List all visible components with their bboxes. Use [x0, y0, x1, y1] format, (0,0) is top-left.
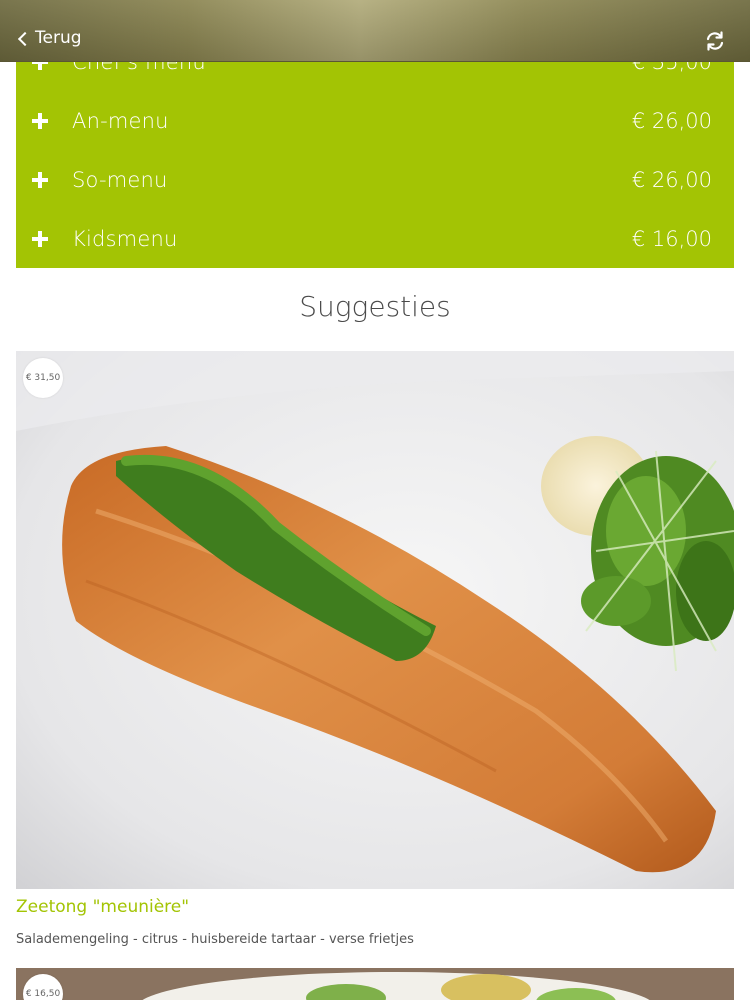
dish-photo-zeetong[interactable]: € 31,50 — [16, 351, 734, 889]
plus-icon — [32, 171, 48, 188]
menu-item-an-menu[interactable]: An-menu € 26,00 — [16, 91, 734, 150]
section-title-suggesties: Suggesties — [299, 290, 451, 323]
plus-icon — [32, 230, 48, 247]
back-button[interactable]: Terug — [17, 28, 82, 48]
dish-image — [16, 968, 734, 1000]
menu-item-price: € 26,00 — [631, 167, 712, 192]
back-label: Terug — [35, 28, 82, 48]
menu-item-name: Kidsmenu — [72, 226, 178, 251]
dish-image — [16, 351, 734, 889]
top-nav-bar — [0, 0, 750, 62]
chevron-left-icon — [17, 31, 33, 46]
menu-item-kidsmenu[interactable]: Kidsmenu € 16,00 — [16, 209, 734, 268]
dish-photo-2[interactable]: € 16,50 — [16, 968, 734, 1000]
menu-item-name: An-menu — [72, 108, 169, 133]
menu-item-price: € 26,00 — [631, 108, 712, 133]
dish-description: Salademengeling - citrus - huisbereide t… — [16, 932, 414, 947]
refresh-button[interactable] — [704, 30, 726, 52]
menu-item-so-menu[interactable]: So-menu € 26,00 — [16, 150, 734, 209]
refresh-icon — [706, 31, 724, 51]
plus-icon — [32, 112, 48, 129]
price-badge: € 31,50 — [23, 358, 63, 398]
menu-item-name: So-menu — [72, 167, 168, 192]
menu-item-price: € 16,00 — [631, 226, 712, 251]
dish-name[interactable]: Zeetong "meunière" — [16, 897, 189, 917]
